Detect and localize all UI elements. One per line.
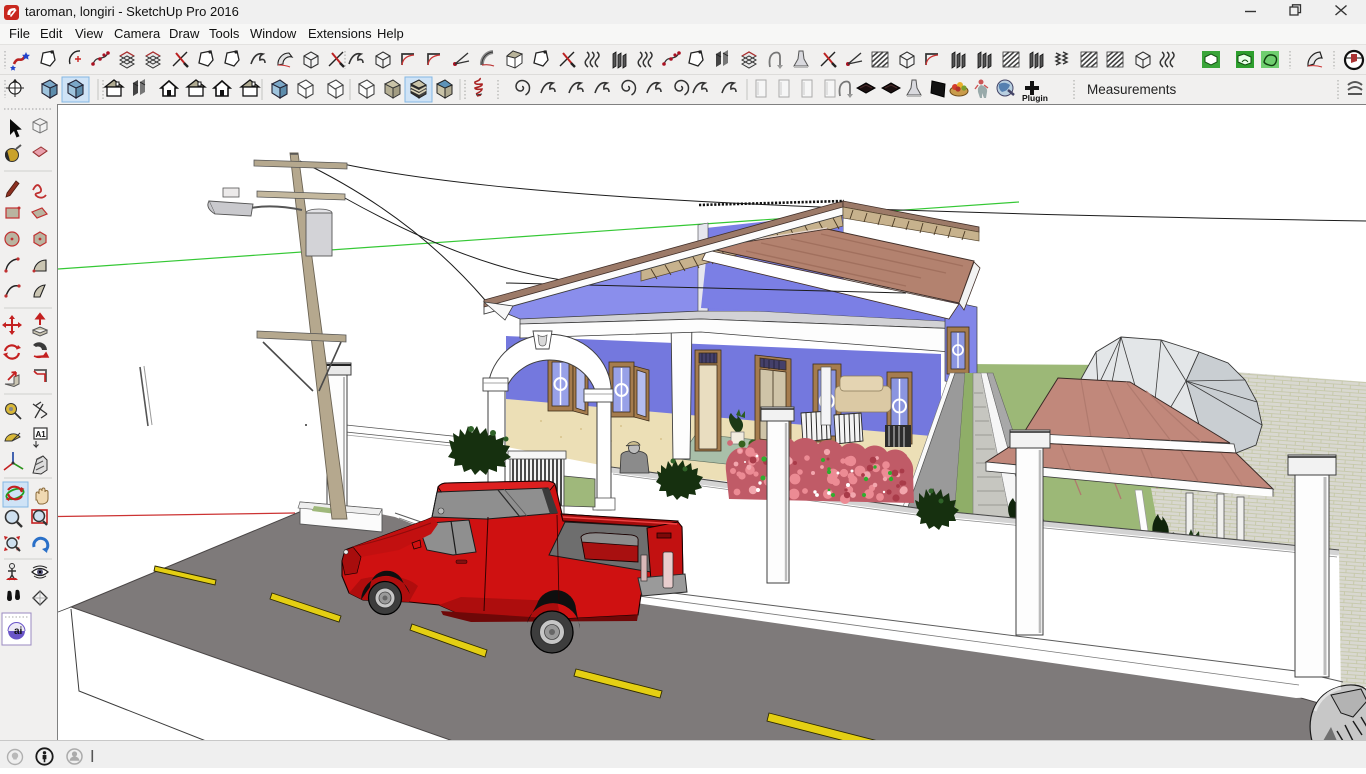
svg-text:Plugin: Plugin bbox=[1022, 93, 1048, 103]
svg-text:A1: A1 bbox=[36, 430, 47, 439]
svg-text:Measurements: Measurements bbox=[1087, 82, 1177, 97]
svg-text:ai: ai bbox=[14, 626, 23, 637]
